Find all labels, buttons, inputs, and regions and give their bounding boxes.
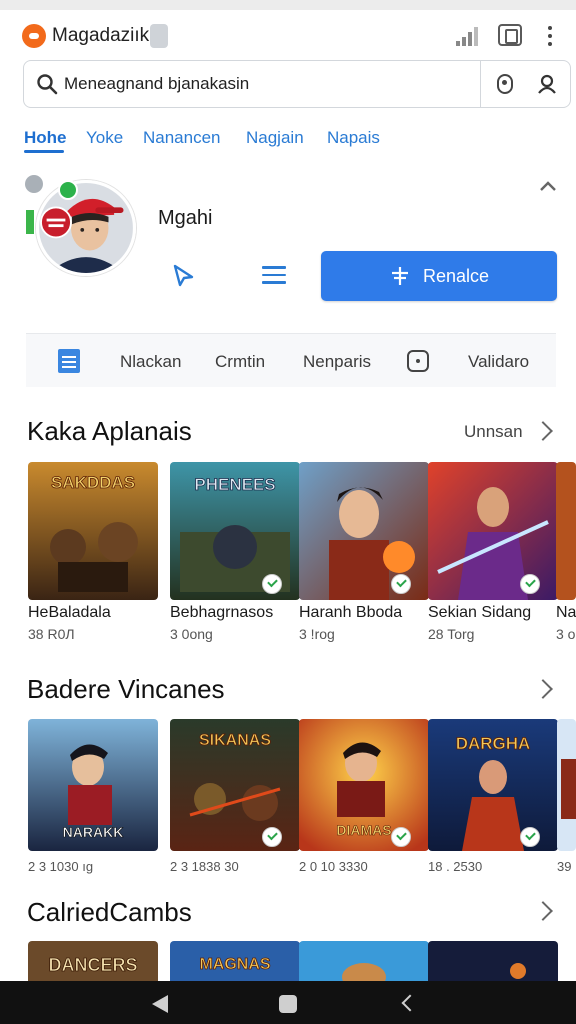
section-title: Kaka Aplanais	[27, 416, 192, 446]
search-icon	[37, 74, 58, 95]
tab-indicator	[24, 150, 64, 153]
app-meta: 18 . 2530	[428, 859, 483, 874]
app-card[interactable]: DANCERS	[28, 941, 158, 981]
cursor-icon[interactable]	[170, 262, 196, 288]
installed-check-icon	[520, 827, 540, 847]
section-title: CalriedCambs	[27, 897, 192, 927]
profile-name: Mgahi	[158, 207, 213, 229]
lens-icon[interactable]	[497, 74, 513, 94]
tab-yoke[interactable]: Yoke	[86, 128, 123, 148]
status-strip	[0, 0, 576, 10]
app-title: Magadaziık	[52, 25, 150, 46]
chip-validaro[interactable]: Validaro	[468, 352, 529, 372]
info-icon[interactable]	[407, 350, 429, 372]
app-meta: 3 0ong	[170, 626, 213, 642]
primary-action-button[interactable]: Renalce	[321, 251, 557, 301]
app-thumbnail	[556, 462, 576, 600]
search-bar[interactable]	[23, 60, 481, 108]
verified-badge	[58, 180, 78, 200]
app-meta: 38 R0Л	[28, 626, 75, 642]
app-name: Bebhagrnasos	[170, 604, 274, 621]
chevron-left-icon[interactable]	[401, 994, 419, 1012]
app-logo-icon	[22, 24, 46, 48]
chevron-right-icon[interactable]	[533, 901, 553, 921]
installed-check-icon	[391, 827, 411, 847]
app-meta: 3 !rog	[299, 626, 335, 642]
search-input[interactable]	[64, 61, 464, 106]
primary-action-label: Renalce	[422, 265, 490, 286]
tab-nanancen[interactable]: Nanancen	[143, 128, 221, 148]
profile-accent-bar	[26, 210, 34, 234]
thumbnail-title: DARGHA	[456, 734, 531, 753]
installed-check-icon	[262, 574, 282, 594]
search-actions	[481, 60, 571, 108]
thumbnail-title: SAKDDAS	[51, 473, 135, 492]
tab-napais[interactable]: Napais	[327, 128, 380, 148]
chip-nenparis[interactable]: Nenparis	[303, 352, 371, 372]
thumbnail-title: DIAMAS	[336, 822, 391, 838]
quick-links-row: Nlackan Crmtin Nenparis Validaro	[26, 333, 556, 387]
section-more-link[interactable]: Unnsan	[464, 422, 523, 442]
installed-check-icon	[391, 574, 411, 594]
app-thumbnail	[428, 941, 558, 981]
system-nav-bar	[0, 981, 576, 1024]
app-card[interactable]	[299, 941, 429, 981]
app-meta: 39	[557, 859, 572, 874]
thumbnail-title: NARAKK	[63, 824, 124, 840]
app-meta: 2 3 1030 ıg	[28, 859, 94, 874]
app-name: Haranh Bboda	[299, 604, 403, 621]
person-icon[interactable]	[536, 73, 558, 95]
avatar[interactable]	[36, 180, 136, 276]
installed-check-icon	[262, 827, 282, 847]
back-triangle-icon[interactable]	[152, 995, 168, 1013]
profile-status-icon	[25, 175, 43, 193]
app-name: Na	[556, 604, 576, 621]
more-vert-icon[interactable]	[540, 24, 560, 48]
home-square-icon[interactable]	[279, 995, 297, 1013]
tab-bar: Hohe Yoke Nanancen Nagjain Napais	[0, 120, 576, 160]
thumbnail-title: DANCERS	[48, 955, 137, 975]
section-title: Badere Vincanes	[27, 674, 225, 704]
app-card[interactable]: Na 3 ol	[556, 462, 576, 652]
app-thumbnail: DANCERS	[28, 941, 158, 981]
app-meta: 2 3 1838 30	[170, 859, 239, 874]
thumbnail-title: MAGNAS	[199, 956, 270, 973]
chip-crmtin[interactable]: Crmtin	[215, 352, 265, 372]
doc-icon[interactable]	[58, 349, 80, 373]
app-meta: 2 0 10 3330	[299, 859, 368, 874]
installed-check-icon	[520, 574, 540, 594]
app-name: HeBaladala	[28, 604, 111, 621]
thumbnail-title: PHENEES	[194, 475, 275, 494]
app-thumbnail	[557, 719, 576, 851]
app-badge	[150, 24, 168, 48]
chevron-right-icon[interactable]	[533, 421, 553, 441]
app-card[interactable]: 39	[557, 719, 576, 879]
menu-icon[interactable]	[262, 266, 286, 286]
chevron-right-icon[interactable]	[533, 679, 553, 699]
app-thumbnail	[299, 941, 429, 981]
app-thumbnail: NARAKK	[28, 719, 158, 851]
app-thumbnail: SAKDDAS	[28, 462, 158, 600]
tab-nagjain[interactable]: Nagjain	[246, 128, 304, 148]
thumbnail-title: SIKANAS	[199, 732, 271, 749]
tablet-icon[interactable]	[498, 24, 522, 46]
flag-icon	[391, 267, 408, 285]
chevron-up-icon[interactable]	[538, 178, 558, 194]
app-meta: 3 ol	[556, 626, 576, 642]
tab-home[interactable]: Hohe	[24, 128, 67, 148]
app-name: Sekian Sidang	[428, 604, 532, 621]
app-bar: Magadaziık	[0, 10, 576, 60]
app-card[interactable]	[428, 941, 558, 981]
app-card[interactable]: MAGNAS	[170, 941, 300, 981]
signal-icon	[456, 27, 478, 46]
app-thumbnail: MAGNAS	[170, 941, 300, 981]
chip-nlackan[interactable]: Nlackan	[120, 352, 181, 372]
app-meta: 28 Torg	[428, 626, 475, 642]
